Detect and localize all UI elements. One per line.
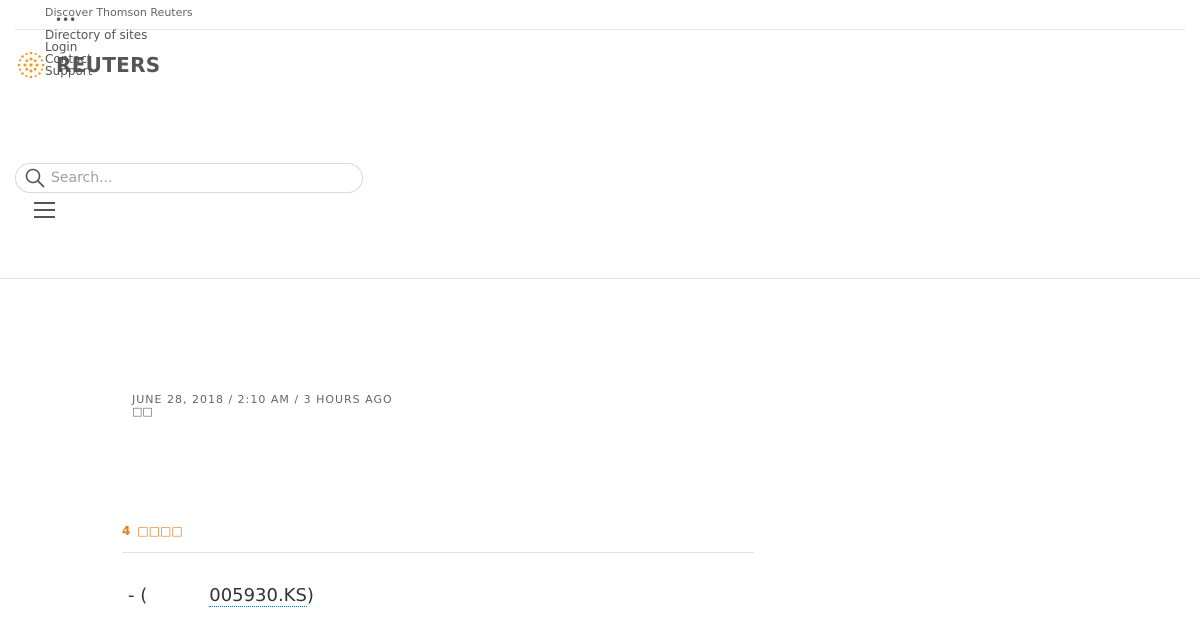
logo-wordmark: REUTERS <box>56 53 161 77</box>
article-divider <box>122 552 754 553</box>
search-icon[interactable] <box>25 167 47 189</box>
min-read-label: □□□□ <box>137 524 183 538</box>
min-read-number: 4 <box>122 524 131 538</box>
more-dots-icon[interactable]: ••• <box>55 13 76 27</box>
min-read-indicator: 4 □□□□ <box>122 524 183 538</box>
search-input[interactable] <box>51 170 331 186</box>
utility-divider <box>15 29 1185 30</box>
ticker-link[interactable]: 005930.KS <box>209 585 307 607</box>
reuters-logo[interactable]: REUTERS <box>15 49 161 81</box>
menu-icon[interactable] <box>34 200 56 220</box>
article-dateline: JUNE 28, 2018 / 2:10 AM / 3 HOURS AGO <box>132 393 393 406</box>
article-lede: - ( 005930.KS) <box>128 585 314 607</box>
search-box[interactable] <box>15 163 363 193</box>
reuters-dots-icon <box>17 51 45 79</box>
header-divider <box>0 278 1200 279</box>
lede-prefix: - ( <box>128 585 148 606</box>
lede-suffix: ) <box>306 585 314 606</box>
article-byline[interactable]: □□ <box>132 405 153 418</box>
